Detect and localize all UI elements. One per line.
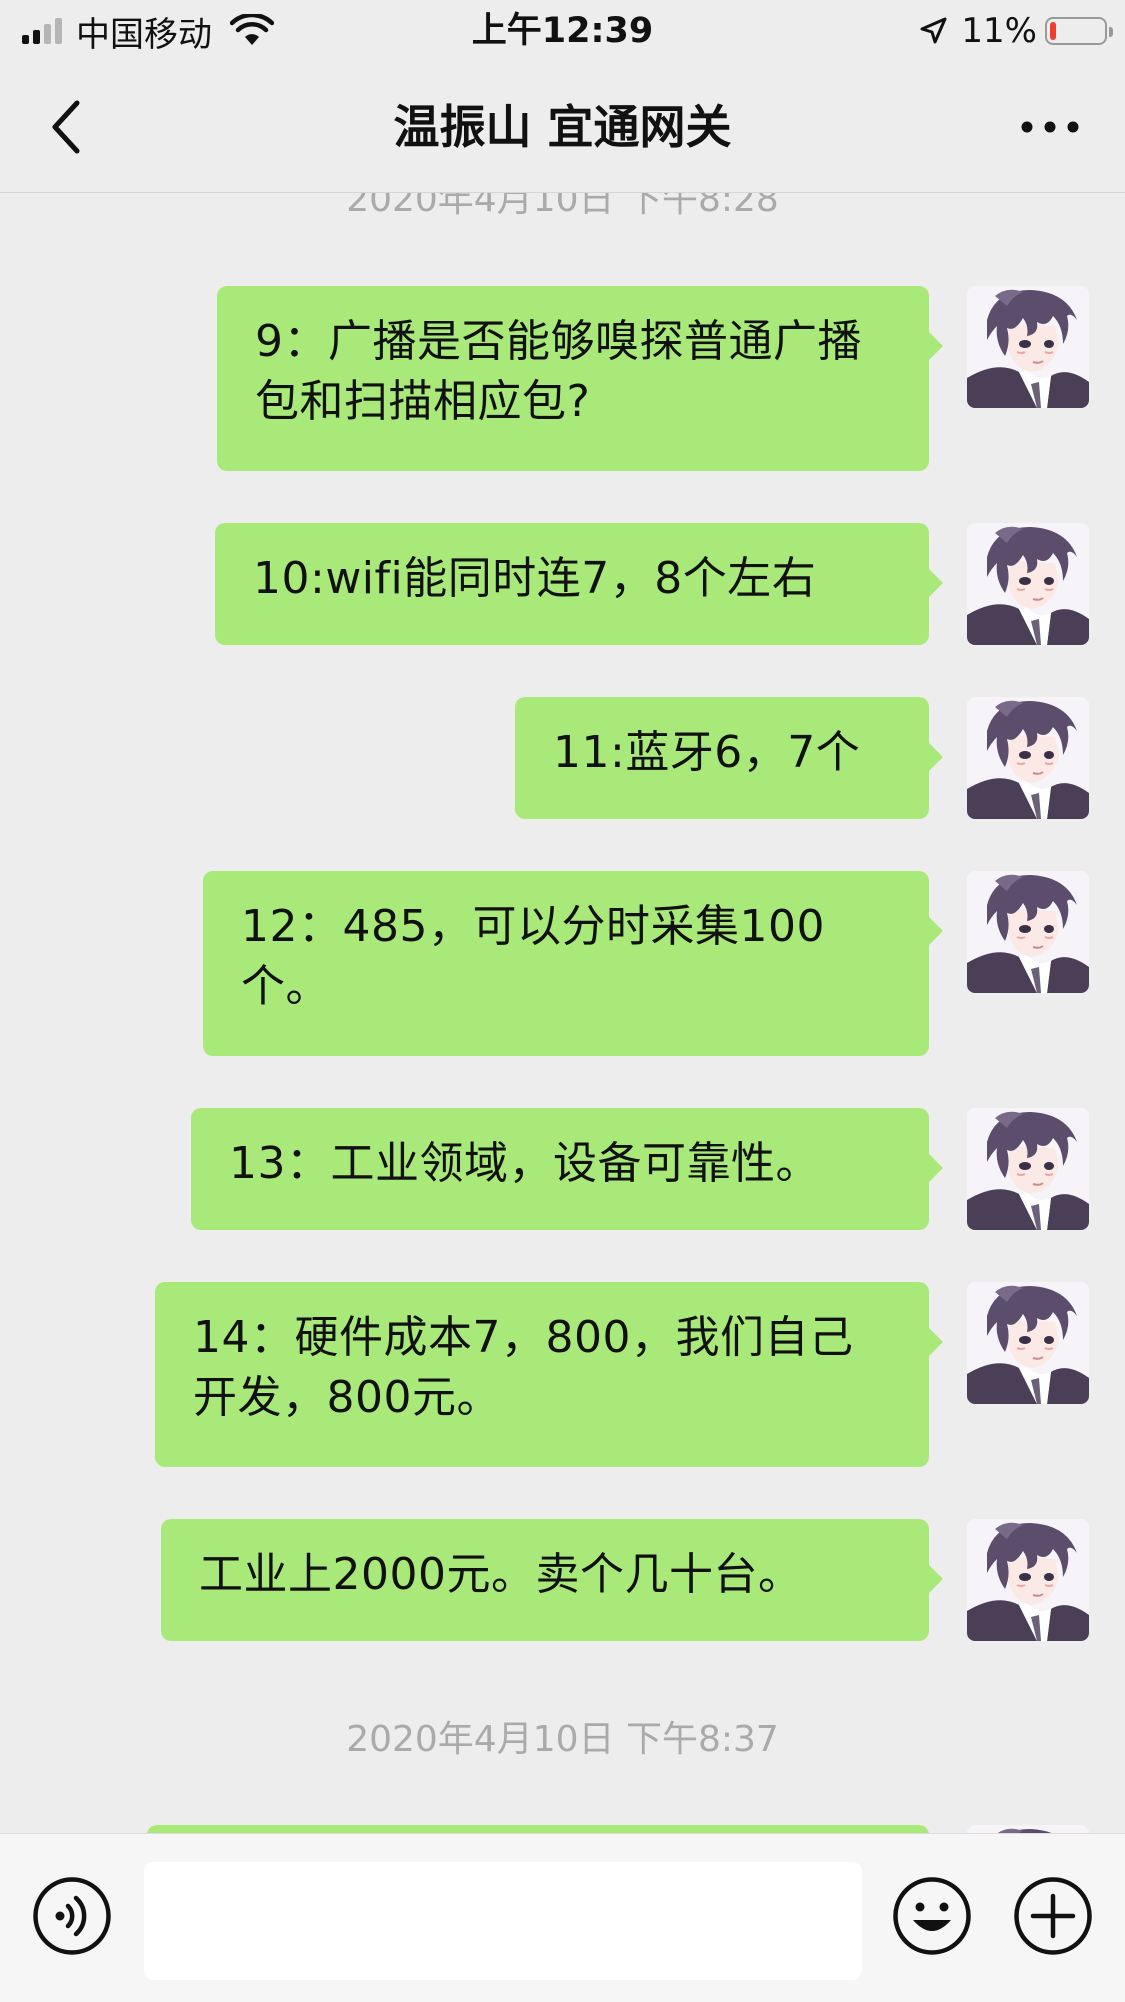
message-row: 11:蓝牙6，7个 [0,697,1125,819]
more-button[interactable] [1015,102,1085,152]
message-input[interactable] [144,1862,862,1980]
avatar-portrait-icon [967,697,1089,819]
message-bubble[interactable]: 13：工业领域，设备可靠性。 [191,1108,943,1230]
message-bubble[interactable]: 14：硬件成本7，800，我们自己开发，800元。 [155,1282,943,1467]
message-bubble[interactable]: 工业上2000元。卖个几十台。 [161,1519,943,1641]
avatar[interactable] [967,1825,1089,1833]
plus-icon[interactable] [1013,1876,1093,1956]
avatar[interactable] [967,697,1089,819]
message-bubble-partial[interactable] [147,1825,929,1833]
avatar-portrait-icon [967,871,1089,993]
avatar-portrait-icon [967,286,1089,408]
input-bar [0,1833,1125,2002]
avatar-portrait-icon [967,1282,1089,1404]
avatar[interactable] [967,1108,1089,1230]
message-row: 9：广播是否能够嗅探普通广播包和扫描相应包? [0,286,1125,471]
avatar-portrait-icon [967,1825,1089,1833]
more-dots-icon [1021,121,1079,133]
status-right: 11% [919,8,1113,54]
message-row: 10:wifi能同时连7，8个左右 [0,523,1125,645]
battery-percent: 11% [961,11,1037,51]
message-timestamp: 2020年4月10日 下午8:28 [346,193,779,220]
message-row: 14：硬件成本7，800，我们自己开发，800元。 [0,1282,1125,1467]
nav-bar: 温振山 宜通网关 [0,62,1125,193]
voice-icon[interactable] [32,1876,112,1956]
avatar[interactable] [967,523,1089,645]
battery-level-fill [1050,22,1056,40]
emoji-icon[interactable] [892,1876,972,1956]
avatar[interactable] [967,286,1089,408]
avatar-portrait-icon [967,1108,1089,1230]
location-arrow-icon [920,17,947,44]
avatar[interactable] [967,1282,1089,1404]
message-row-partial [0,1825,1125,1833]
message-timestamp: 2020年4月10日 下午8:37 [346,1719,779,1760]
battery-icon [1045,17,1113,45]
message-bubble[interactable]: 9：广播是否能够嗅探普通广播包和扫描相应包? [217,286,943,471]
message-bubble[interactable]: 10:wifi能同时连7，8个左右 [215,523,943,645]
message-row: 13：工业领域，设备可靠性。 [0,1108,1125,1230]
avatar[interactable] [967,871,1089,993]
chat-title: 温振山 宜通网关 [393,100,732,154]
message-bubble[interactable]: 12：485，可以分时采集100个。 [203,871,943,1056]
message-row: 工业上2000元。卖个几十台。 [0,1519,1125,1641]
avatar-portrait-icon [967,523,1089,645]
status-bar: 中国移动 上午12:39 11% [0,0,1125,62]
avatar[interactable] [967,1519,1089,1641]
message-row: 12：485，可以分时采集100个。 [0,871,1125,1056]
message-bubble[interactable]: 11:蓝牙6，7个 [515,697,943,819]
chat-area[interactable]: 2020年4月10日 下午8:28 9：广播是否能够嗅探普通广播包和扫描相应包?… [0,193,1125,1833]
avatar-portrait-icon [967,1519,1089,1641]
